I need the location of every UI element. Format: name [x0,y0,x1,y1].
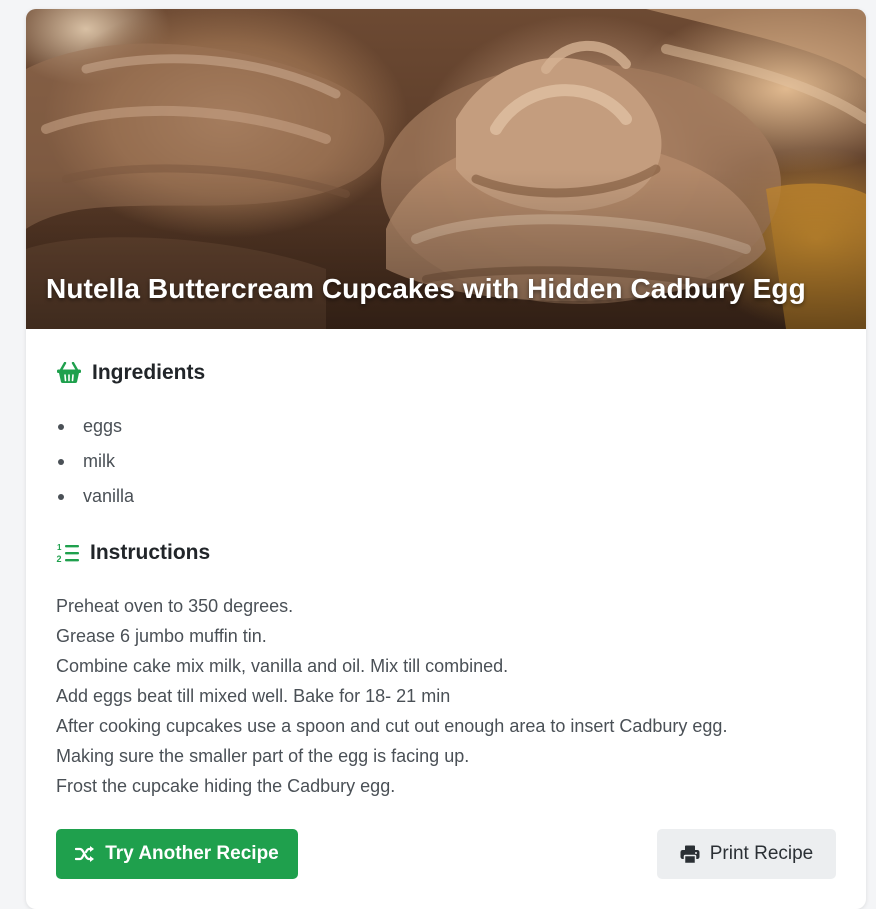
instruction-step: After cooking cupcakes use a spoon and c… [56,716,728,736]
try-another-recipe-label: Try Another Recipe [105,843,279,864]
instruction-step: Grease 6 jumbo muffin tin. [56,626,267,646]
ingredients-heading-label: Ingredients [92,361,206,384]
ingredient-text: milk [83,451,115,471]
list-item: milk [56,447,134,482]
instruction-step: Making sure the smaller part of the egg … [56,746,470,766]
basket-icon [56,362,82,384]
list-item: eggs [56,412,134,447]
instruction-step: Frost the cupcake hiding the Cadbury egg… [56,776,396,796]
instruction-step: Preheat oven to 350 degrees. [56,596,294,616]
print-recipe-button[interactable]: Print Recipe [657,829,836,879]
ordered-list-icon: 1 2 [56,542,80,564]
instructions-list: Preheat oven to 350 degrees. Grease 6 ju… [56,591,727,801]
instruction-step: Add eggs beat till mixed well. Bake for … [56,686,451,706]
recipe-card: Nutella Buttercream Cupcakes with Hidden… [26,9,866,909]
instruction-step: Combine cake mix milk, vanilla and oil. … [56,656,509,676]
svg-text:2: 2 [57,554,62,564]
ingredient-text: eggs [83,416,123,436]
svg-text:1: 1 [57,543,62,552]
recipe-title: Nutella Buttercream Cupcakes with Hidden… [46,273,806,304]
ingredients-heading: Ingredients [56,361,205,385]
bullet [58,424,64,430]
recipe-hero-image: Nutella Buttercream Cupcakes with Hidden… [26,9,866,329]
try-another-recipe-button[interactable]: Try Another Recipe [56,829,298,879]
printer-icon [680,845,700,864]
ingredients-list: eggs milk vanilla [56,412,134,517]
bullet [58,494,64,500]
instructions-heading-label: Instructions [90,541,211,564]
instructions-heading: 1 2 Instructions [56,541,211,565]
bullet [58,459,64,465]
list-item: vanilla [56,482,134,517]
shuffle-icon [75,845,95,863]
ingredient-text: vanilla [83,486,135,506]
print-recipe-label: Print Recipe [709,843,814,864]
hero-overlay [26,169,866,329]
